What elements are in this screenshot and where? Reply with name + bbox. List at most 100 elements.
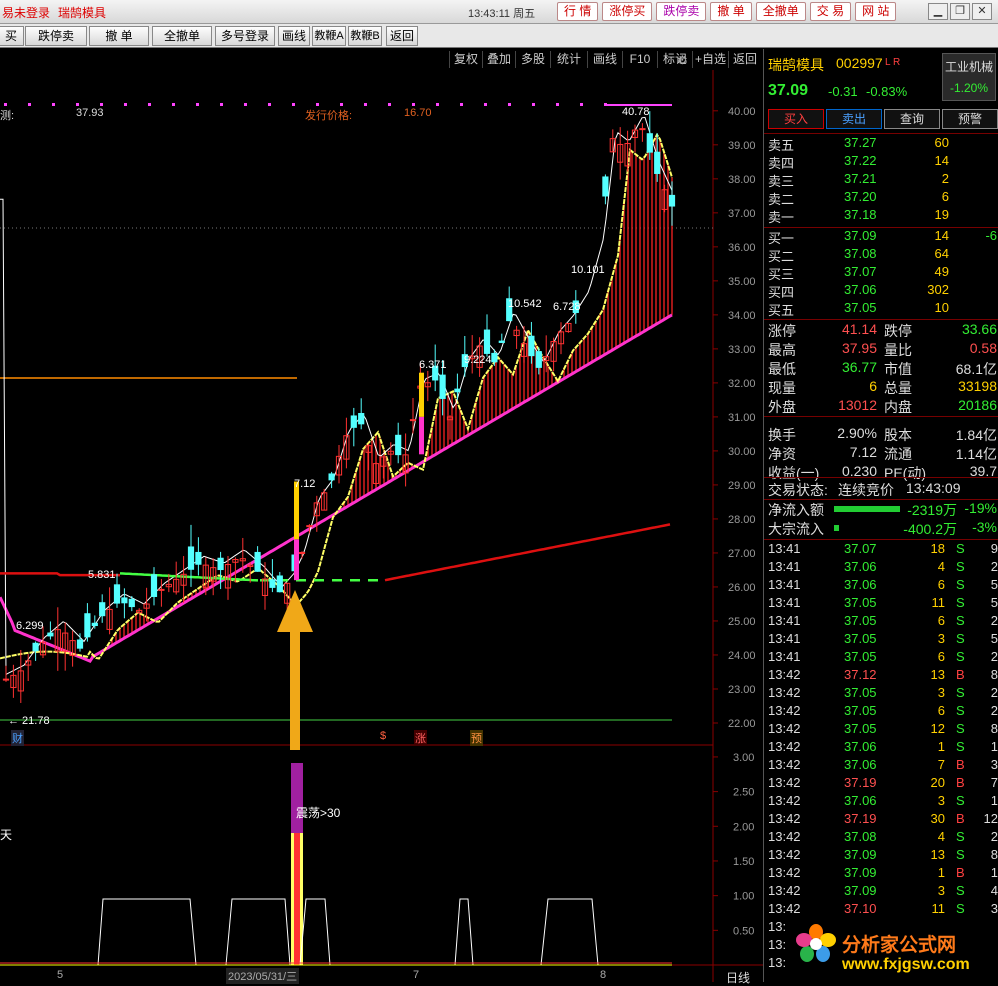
cancel-all-button[interactable]: 全撤单 <box>152 26 212 46</box>
tick-row[interactable]: 13:42 37.05 12 S 8 <box>764 721 998 739</box>
tick-row[interactable]: 13:41 37.05 6 S 2 <box>764 613 998 631</box>
chart-area[interactable]: 40.00 39.00 38.00 37.00 36.00 35.00 34.00 33.00… <box>0 53 763 985</box>
bid-row[interactable]: 买三 37.07 49 <box>764 264 998 282</box>
price-change: -0.31 <box>828 84 858 99</box>
query-button[interactable]: 查询 <box>884 109 940 129</box>
tick-row[interactable]: 13:41 37.05 3 S 5 <box>764 631 998 649</box>
tick-row[interactable]: 13:42 37.08 4 S 2 <box>764 829 998 847</box>
trade-button[interactable]: 交 易 <box>809 2 852 21</box>
tick-row[interactable]: 13:42 37.09 3 S 4 <box>764 883 998 901</box>
limit-down-sell-button[interactable]: 跌停卖 <box>25 26 87 46</box>
tick-row[interactable]: 13:41 37.05 11 S 5 <box>764 595 998 613</box>
restore-icon[interactable]: ❐ <box>950 3 970 20</box>
candle-body <box>528 335 535 357</box>
draw-button[interactable]: 画线 <box>587 51 622 68</box>
bid-row[interactable]: 买二 37.08 64 <box>764 246 998 264</box>
pointer-b-button[interactable]: 教鞭B <box>348 26 382 46</box>
tick-direction: S <box>956 721 965 736</box>
pointer-a-button[interactable]: 教鞭A <box>312 26 346 46</box>
market-button[interactable]: 行 情 <box>557 2 599 21</box>
stat-value: 6 <box>869 378 877 394</box>
statistics-button[interactable]: 统计 <box>550 51 587 68</box>
oscillator-bar <box>291 763 303 833</box>
tick-row[interactable]: 13:42 37.06 1 S 1 <box>764 739 998 757</box>
tick-row[interactable]: 13:42 37.06 7 B 3 <box>764 757 998 775</box>
y-tick-label: 37.00 <box>728 208 756 220</box>
tick-time: 13:41 <box>768 613 801 628</box>
tick-row[interactable]: 13:41 37.05 6 S 2 <box>764 649 998 667</box>
kline-chart[interactable]: 40.00 39.00 38.00 37.00 36.00 35.00 34.00 33.00… <box>0 70 763 982</box>
sell-button[interactable]: 卖出 <box>826 109 882 129</box>
signal-dot <box>436 103 439 106</box>
minimize-icon[interactable]: ▁ <box>928 3 948 20</box>
tick-row[interactable]: 13:42 37.19 30 B 12 <box>764 811 998 829</box>
tick-row[interactable]: 13:42 37.06 3 S 1 <box>764 793 998 811</box>
tick-direction: B <box>956 757 965 772</box>
tick-direction: S <box>956 901 965 916</box>
finance-marker[interactable]: 财 <box>11 730 24 746</box>
day-line-label[interactable]: 日线 <box>726 969 750 986</box>
f10-button[interactable]: F10 <box>622 51 657 68</box>
limit-up-marker[interactable]: 涨 <box>414 730 427 746</box>
login-status[interactable]: 易未登录 <box>2 6 50 20</box>
signal-dot <box>580 103 583 106</box>
tick-volume: 11 <box>931 901 946 916</box>
tick-row[interactable]: 13:42 37.12 13 B 8 <box>764 667 998 685</box>
tick-direction: S <box>956 685 965 700</box>
kline-annotation: 6.299 <box>16 620 44 632</box>
stat-label: 净资 <box>768 446 796 462</box>
tick-row[interactable]: 13:42 37.05 6 S 2 <box>764 703 998 721</box>
y-tick-label: 32.00 <box>728 378 756 390</box>
y-tick-label: 2.00 <box>733 821 754 833</box>
tick-volume: 6 <box>937 613 945 628</box>
cancel-order-button[interactable]: 撤 单 <box>89 26 149 46</box>
multi-stock-button[interactable]: 多股 <box>515 51 550 68</box>
website-button[interactable]: 网 站 <box>855 2 897 21</box>
ask-row[interactable]: 卖二 37.20 6 <box>764 189 998 207</box>
tick-price: 37.09 <box>844 865 877 880</box>
bid-price: 37.06 <box>844 282 877 297</box>
return-button[interactable]: 返回 <box>728 51 761 68</box>
bid-row[interactable]: 买四 37.06 302 <box>764 282 998 300</box>
add-watchlist-button[interactable]: +自选 <box>692 51 728 68</box>
adjust-button[interactable]: 复权 <box>449 51 482 68</box>
tick-row[interactable]: 13:41 37.07 18 S 9 <box>764 541 998 559</box>
ask-row[interactable]: 卖一 37.18 19 <box>764 207 998 225</box>
gear-icon[interactable]: ⚙ <box>677 53 688 67</box>
limit-up-buy-button[interactable]: 涨停买 <box>602 2 653 21</box>
ask-row[interactable]: 卖四 37.22 14 <box>764 153 998 171</box>
tick-row[interactable]: 13:42 37.19 20 B 7 <box>764 775 998 793</box>
tick-count: 1 <box>990 865 998 880</box>
candle-body <box>121 597 128 604</box>
dividend-marker[interactable]: $ <box>380 730 386 742</box>
cancel-order-button[interactable]: 撤 单 <box>710 2 752 21</box>
multi-login-button[interactable]: 多号登录 <box>215 26 275 46</box>
ask-row[interactable]: 卖五 37.27 60 <box>764 135 998 153</box>
back-button[interactable]: 返回 <box>386 26 418 46</box>
tick-row[interactable]: 13:42 37.10 11 S 3 <box>764 901 998 919</box>
buy-button[interactable]: 买入 <box>768 109 824 129</box>
draw-line-button[interactable]: 画线 <box>278 26 310 46</box>
tick-direction: S <box>956 703 965 718</box>
tick-row[interactable]: 13:42 37.09 1 B 1 <box>764 865 998 883</box>
stat-value: 2.90% <box>837 425 877 441</box>
tick-row[interactable]: 13:41 37.06 4 S 2 <box>764 559 998 577</box>
tick-row[interactable]: 13:42 37.09 13 S 8 <box>764 847 998 865</box>
buy-button[interactable]: 买 <box>0 26 24 46</box>
overlay-button[interactable]: 叠加 <box>482 51 515 68</box>
alert-button[interactable]: 预警 <box>942 109 998 129</box>
limit-down-sell-button[interactable]: 跌停卖 <box>656 2 707 21</box>
candle-body <box>276 575 283 593</box>
issue-price-label: 发行价格: <box>305 110 353 122</box>
tick-row[interactable]: 13:42 37.05 3 S 2 <box>764 685 998 703</box>
bid-row[interactable]: 买五 37.05 10 <box>764 300 998 318</box>
bid-row[interactable]: 买一 37.09 14 -6 <box>764 228 998 246</box>
tick-row[interactable]: 13:41 37.06 6 S 5 <box>764 577 998 595</box>
forecast-marker[interactable]: 预 <box>470 730 483 746</box>
tick-count: 5 <box>990 577 998 592</box>
candle-body <box>217 557 224 571</box>
cancel-all-button[interactable]: 全撤单 <box>755 2 806 21</box>
close-icon[interactable]: ✕ <box>972 3 992 20</box>
tick-volume: 3 <box>937 883 945 898</box>
ask-row[interactable]: 卖三 37.21 2 <box>764 171 998 189</box>
